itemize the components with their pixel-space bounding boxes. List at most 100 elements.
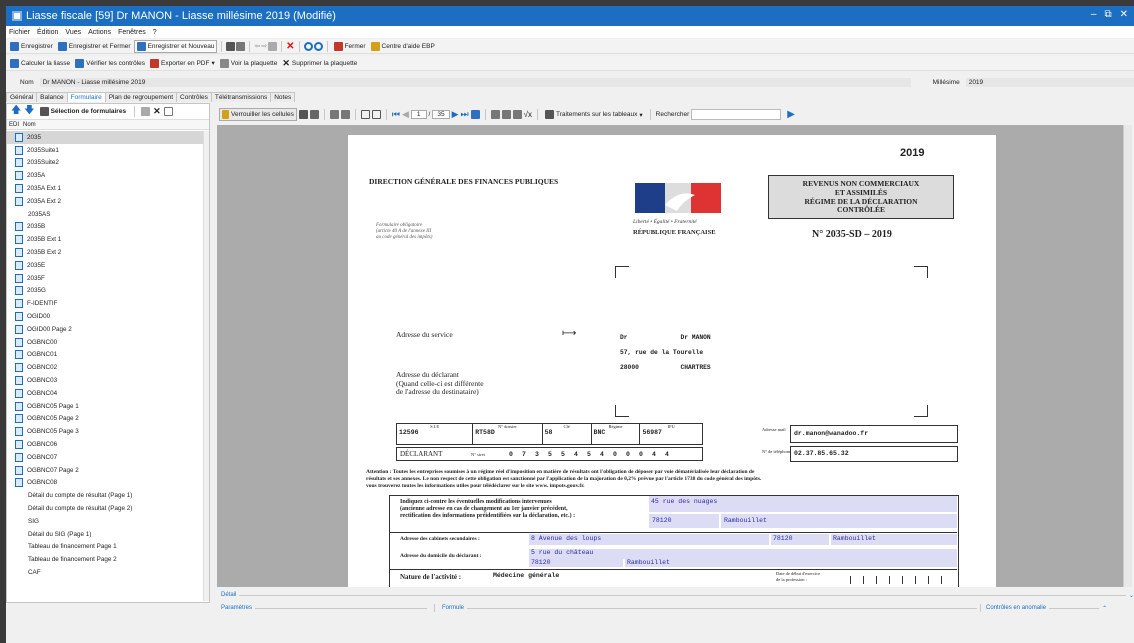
last-page-icon[interactable]: ⏭ — [461, 109, 469, 120]
form-list-item[interactable]: Détail du compte de résultat (Page 2) — [7, 502, 205, 515]
expand-icon[interactable]: ⌄ — [1129, 592, 1134, 599]
sqrt-icon[interactable]: √x — [524, 110, 532, 119]
form-list-item[interactable]: F-IDENTIF — [7, 297, 205, 310]
modif-zip-field[interactable]: 78120 — [649, 514, 719, 528]
form-list-item[interactable]: OGBNC01 — [7, 349, 205, 362]
prev-page-icon[interactable]: ◀ — [402, 109, 409, 120]
find-next-icon[interactable] — [340, 110, 350, 119]
params-section[interactable]: Paramètres — [221, 605, 252, 611]
form-list-item[interactable]: SIG — [7, 515, 205, 528]
form-list-item[interactable]: OGBNC03 — [7, 374, 205, 387]
tab-plan-regroupement[interactable]: Plan de regroupement — [104, 92, 178, 102]
find-icon[interactable] — [329, 110, 339, 119]
delete-plaquette-button[interactable]: ✕ Supprimer la plaquette — [280, 57, 359, 70]
search-input[interactable] — [691, 109, 782, 120]
calc-liasse-button[interactable]: Calculer la liasse — [8, 58, 72, 69]
form-list-item[interactable]: OGBNC08 — [7, 477, 205, 490]
back-arrow-icon[interactable]: ⇦ — [254, 42, 260, 50]
form-list-item[interactable]: OGBNC07 Page 2 — [7, 464, 205, 477]
tab-formulaire[interactable]: Formulaire — [66, 92, 106, 102]
form-list-item[interactable]: OGID00 Page 2 — [7, 323, 205, 336]
modif-city-field[interactable]: Rambouillet — [721, 514, 957, 528]
menu-vues[interactable]: Vues — [65, 29, 81, 36]
save-new-button[interactable]: Enregistrer et Nouveau — [133, 39, 218, 53]
form-list-item[interactable]: OGBNC06 — [7, 438, 205, 451]
menu-edition[interactable]: Édition — [37, 29, 58, 36]
form-list-item[interactable]: OGBNC00 — [7, 336, 205, 349]
two-pages-icon[interactable] — [371, 110, 381, 119]
sum-icon[interactable] — [512, 110, 522, 119]
form-list-item[interactable]: OGID00 — [7, 310, 205, 323]
form-list-item[interactable]: 2035AS — [7, 208, 205, 221]
form-list-item[interactable]: 2035 — [7, 131, 205, 144]
controls-anomaly-section[interactable]: Contrôles en anomalie — [986, 605, 1046, 611]
form-list-item[interactable]: OGBNC07 — [7, 451, 205, 464]
name-field[interactable]: Dr MANON - Liasse millésime 2019 — [39, 77, 911, 87]
close-window-icon[interactable]: ✕ — [1120, 9, 1128, 20]
page-number-input[interactable]: 1 — [410, 110, 427, 119]
export-pdf-button[interactable]: Exporter en PDF ▾ — [148, 58, 217, 69]
refresh-doc-icon[interactable] — [470, 110, 480, 119]
forward-arrow-icon[interactable]: ⇨ — [261, 42, 267, 50]
close-button[interactable]: Fermer — [332, 41, 368, 52]
delete-form-icon[interactable]: ✕ — [153, 106, 161, 117]
menu-help[interactable]: ? — [153, 29, 157, 36]
siret-value[interactable]: 0 7 3 5 5 4 5 4 0 0 0 4 4 — [509, 451, 672, 458]
select-forms-button[interactable]: Sélection de formulaires — [38, 106, 129, 117]
col-nom[interactable]: Nom — [23, 122, 36, 128]
form-list-item[interactable]: 2035F — [7, 272, 205, 285]
domicile-zip-field[interactable]: 78120 — [529, 559, 623, 567]
domicile-city-field[interactable]: Rambouillet — [625, 559, 957, 567]
phone-field[interactable]: 02.37.85.65.32 — [790, 446, 958, 462]
cabinets-zip-field[interactable]: 78120 — [771, 534, 829, 545]
help-center-button[interactable]: Centre d'aide EBP — [369, 41, 437, 52]
form-list-item[interactable]: Tableau de financement Page 1 — [7, 541, 205, 554]
form-list-item[interactable]: OGBNC05 Page 2 — [7, 413, 205, 426]
copy-icon[interactable] — [268, 41, 278, 51]
form-list-item[interactable]: 2035A — [7, 169, 205, 182]
tab-general[interactable]: Général — [6, 92, 38, 102]
stop-icon[interactable] — [313, 41, 323, 51]
form-list-item[interactable]: Tableau de financement Page 2 — [7, 553, 205, 566]
calc-table2-icon[interactable] — [501, 110, 511, 119]
nature-field[interactable]: Médecine générale — [491, 571, 769, 581]
viewer-scrollbar[interactable] — [1123, 125, 1132, 587]
form-list-item[interactable]: 2035B — [7, 221, 205, 234]
tab-balance[interactable]: Balance — [36, 92, 68, 102]
millesime-field[interactable]: 2019 — [965, 77, 1134, 87]
refresh-icon[interactable] — [303, 41, 313, 51]
lock-cells-button[interactable]: Verrouiller les cellules — [219, 108, 297, 121]
save-button[interactable]: Enregistrer — [8, 41, 55, 52]
detail-label[interactable]: Détail — [221, 592, 236, 598]
form-list-item[interactable]: Détail du compte de résultat (Page 1) — [7, 489, 205, 502]
form-list-item[interactable]: 2035Suite1 — [7, 144, 205, 157]
view-plaquette-button[interactable]: Voir la plaquette — [218, 58, 280, 69]
form-list-item[interactable]: 2035B Ext 1 — [7, 233, 205, 246]
modif-street-field[interactable]: 45 rue des nuages — [649, 496, 957, 512]
form-list-item[interactable]: 2035E — [7, 259, 205, 272]
col-edi[interactable]: EDI — [9, 122, 23, 128]
arrow-down-icon[interactable]: 🡇 — [24, 103, 34, 120]
collapse-icon[interactable]: ⌃ — [1102, 605, 1107, 612]
tab-notes[interactable]: Notes — [270, 92, 296, 102]
minimize-icon[interactable]: – — [1091, 9, 1097, 20]
check-controls-button[interactable]: Vérifier les contrôles — [73, 58, 147, 69]
form-list-item[interactable]: OGBNC05 Page 3 — [7, 425, 205, 438]
search-go-icon[interactable]: ▶ — [787, 109, 795, 120]
preview-icon[interactable] — [236, 41, 246, 51]
cabinets-city-field[interactable]: Rambouillet — [831, 534, 957, 545]
menu-fenetres[interactable]: Fenêtres — [118, 29, 146, 36]
menu-actions[interactable]: Actions — [88, 29, 111, 36]
calc-table-icon[interactable] — [490, 110, 500, 119]
form-props-icon[interactable] — [163, 107, 173, 116]
email-field[interactable]: dr.manon@wanadoo.fr — [790, 425, 958, 443]
form-list-item[interactable]: Détail du SIG (Page 1) — [7, 528, 205, 541]
page-icon[interactable] — [360, 110, 370, 119]
zoom-icon[interactable] — [309, 110, 319, 119]
first-page-icon[interactable]: ⏮ — [392, 109, 400, 120]
delete-x-icon[interactable]: ✕ — [286, 41, 294, 52]
form-list-item[interactable]: 2035Suite2 — [7, 157, 205, 170]
domicile-street-field[interactable]: 5 rue du château — [529, 549, 957, 559]
copy-form-icon[interactable] — [141, 107, 151, 116]
menu-fichier[interactable]: Fichier — [9, 29, 30, 36]
